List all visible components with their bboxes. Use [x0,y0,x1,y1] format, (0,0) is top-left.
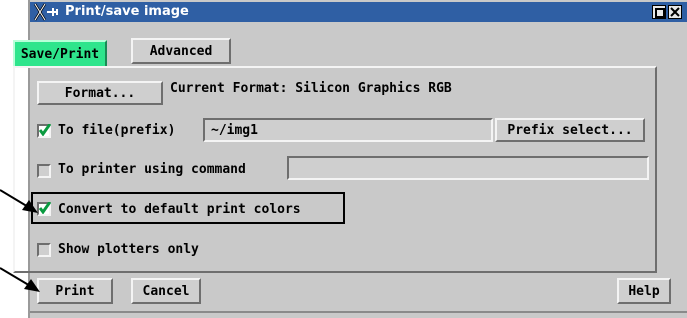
arrow-pointer-icon [0,267,40,292]
close-icon[interactable] [668,5,682,19]
show-plotters-label: Show plotters only [58,242,199,257]
format-button[interactable]: Format... [37,81,163,105]
callout-arrows [0,189,40,292]
convert-colors-label: Convert to default print colors [58,202,301,217]
print-button[interactable]: Print [37,278,113,304]
dialog-window: Print/save image Save/Print Advanced For… [13,0,687,318]
help-button[interactable]: Help [617,278,671,304]
bottom-divider [30,311,687,313]
title-bar[interactable]: Print/save image [30,2,687,22]
current-format-text: Current Format: Silicon Graphics RGB [170,81,452,96]
arrow-pointer-icon [0,189,38,213]
tab-advanced[interactable]: Advanced [131,38,231,64]
cancel-button[interactable]: Cancel [131,278,201,304]
printer-command-input[interactable] [287,156,649,180]
window-title: Print/save image [65,4,189,19]
to-file-label: To file(prefix) [58,123,176,138]
prefix-select-button[interactable]: Prefix select... [495,118,645,142]
maximize-icon[interactable] [652,5,666,19]
to-printer-label: To printer using command [58,162,246,177]
file-prefix-input[interactable]: ~/img1 [203,118,493,142]
